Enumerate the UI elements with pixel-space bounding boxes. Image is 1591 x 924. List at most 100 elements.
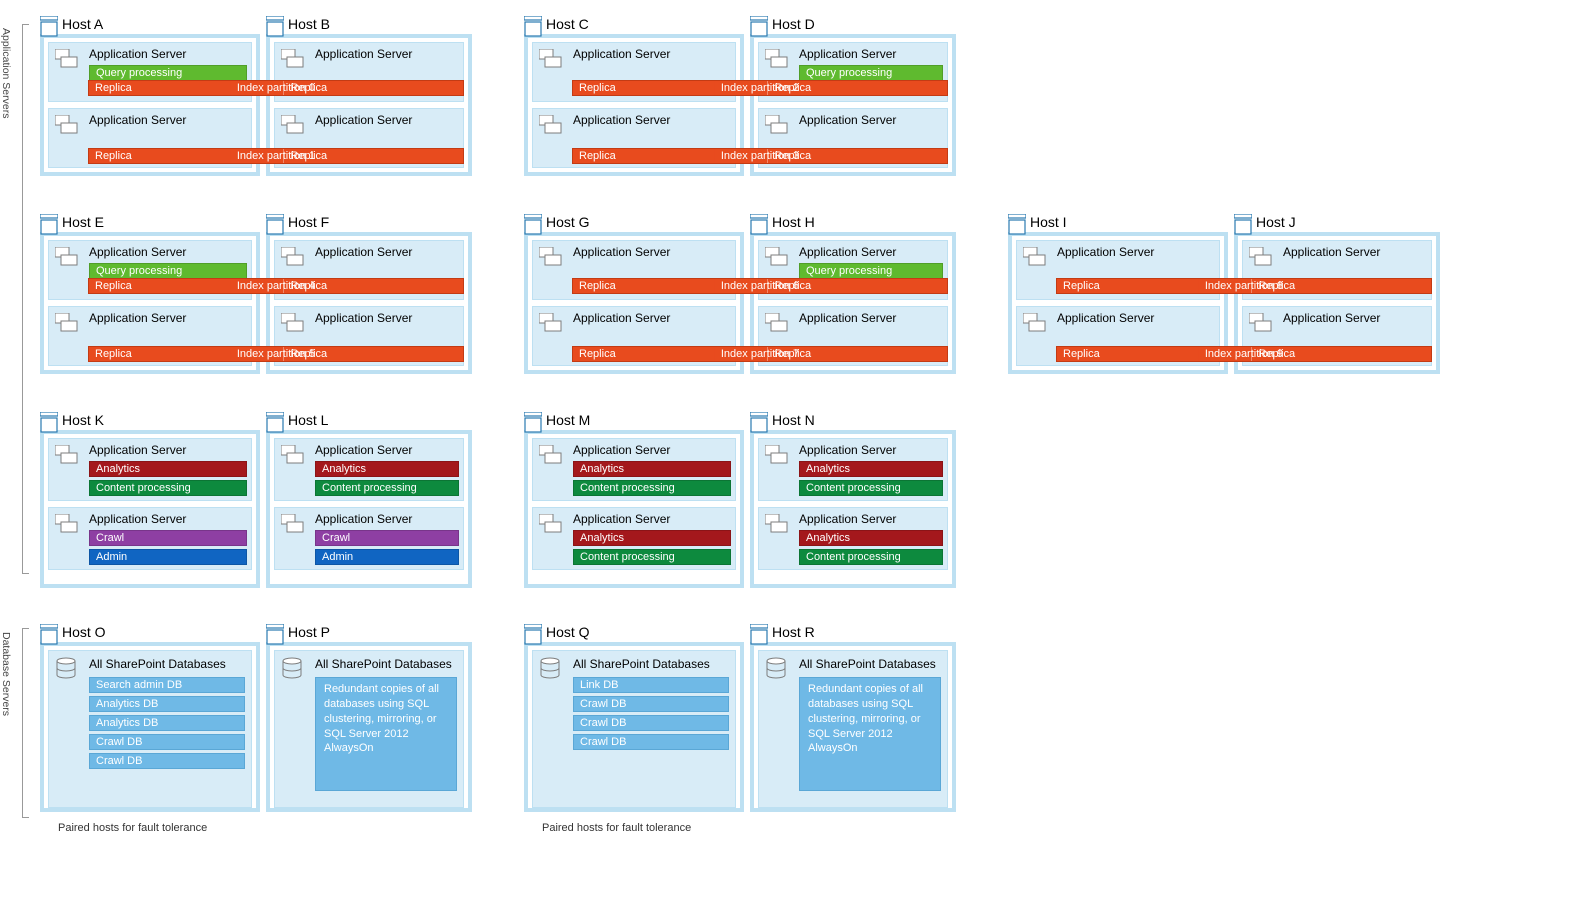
server-icon xyxy=(281,445,305,465)
host-title: Host E xyxy=(62,214,260,230)
index-partition-9-bar: ReplicaIndex partition 9Replica xyxy=(1056,346,1432,362)
replica-label: Replica xyxy=(290,81,327,95)
server-title: Application Server xyxy=(1057,311,1215,325)
server-title: Application Server xyxy=(799,443,943,457)
host-icon xyxy=(40,624,58,646)
role-analytics: Analytics xyxy=(315,461,459,477)
server-title: Application Server xyxy=(89,245,247,259)
host-icon xyxy=(524,412,542,434)
host-icon xyxy=(1234,214,1252,236)
app-server: Application Server Analytics Content proce… xyxy=(532,438,736,501)
host-o: Host O All SharePoint Databases Search a… xyxy=(40,624,260,812)
host-title: Host H xyxy=(772,214,956,230)
host-icon xyxy=(1008,214,1026,236)
role-content: Content processing xyxy=(799,480,943,496)
index-partition-4-bar: ReplicaIndex partition 4Replica xyxy=(88,278,464,294)
host-title: Host D xyxy=(772,16,956,32)
role-admin: Admin xyxy=(89,549,247,565)
role-content: Content processing xyxy=(573,480,731,496)
db-redundant-desc: Redundant copies of all databases using … xyxy=(799,677,941,791)
db-crawl: Crawl DB xyxy=(573,734,729,750)
replica-label: Replica xyxy=(290,149,327,163)
paired-caption: Paired hosts for fault tolerance xyxy=(542,822,691,834)
db-crawl: Crawl DB xyxy=(573,696,729,712)
server-icon xyxy=(539,514,563,534)
host-icon xyxy=(750,16,768,38)
db-card: All SharePoint Databases Redundant copie… xyxy=(758,650,948,808)
host-m: Host M Application Server Analytics Conten… xyxy=(524,412,744,588)
replica-label: Replica xyxy=(95,347,132,361)
role-query: Query processing xyxy=(89,263,247,279)
app-servers-label: Application Servers xyxy=(0,28,12,118)
host-icon xyxy=(750,624,768,646)
server-title: Application Server xyxy=(1283,311,1427,325)
server-icon xyxy=(765,115,789,135)
host-icon xyxy=(524,214,542,236)
role-crawl: Crawl xyxy=(315,530,459,546)
replica-label: Replica xyxy=(579,347,616,361)
app-server: Application Server Crawl Admin xyxy=(274,507,464,570)
app-server: Application ServerAnalyticsContent proce… xyxy=(532,507,736,570)
server-icon xyxy=(55,247,79,267)
db-analytics: Analytics DB xyxy=(89,715,245,731)
host-title: Host A xyxy=(62,16,260,32)
host-title: Host N xyxy=(772,412,956,428)
host-title: Host I xyxy=(1030,214,1228,230)
server-icon xyxy=(281,313,305,333)
replica-label: Replica xyxy=(774,81,811,95)
role-query: Query processing xyxy=(89,65,247,81)
role-analytics: Analytics xyxy=(89,461,247,477)
server-title: Application Server xyxy=(799,311,943,325)
role-analytics: Analytics xyxy=(573,530,731,546)
app-server: Application Server Analytics Content proce… xyxy=(758,438,948,501)
host-title: Host M xyxy=(546,412,744,428)
server-icon xyxy=(765,514,789,534)
server-icon xyxy=(281,514,305,534)
role-analytics: Analytics xyxy=(799,461,943,477)
server-icon xyxy=(281,115,305,135)
server-icon xyxy=(539,313,563,333)
server-icon xyxy=(55,313,79,333)
server-title: Application Server xyxy=(799,113,943,127)
host-title: Host R xyxy=(772,624,956,640)
host-icon xyxy=(750,214,768,236)
host-title: Host K xyxy=(62,412,260,428)
server-title: Application Server xyxy=(799,245,943,259)
server-icon xyxy=(55,115,79,135)
role-query: Query processing xyxy=(799,65,943,81)
server-title: Application Server xyxy=(573,245,731,259)
role-analytics: Analytics xyxy=(799,530,943,546)
role-content: Content processing xyxy=(89,480,247,496)
host-k: Host K Application Server Analytics Cont… xyxy=(40,412,260,588)
server-title: Application Server xyxy=(573,47,731,61)
server-title: Application Server xyxy=(315,443,459,457)
host-icon xyxy=(524,16,542,38)
server-title: Application Server xyxy=(573,443,731,457)
server-icon xyxy=(539,247,563,267)
role-analytics: Analytics xyxy=(573,461,731,477)
server-title: Application Server xyxy=(89,311,247,325)
server-icon xyxy=(281,247,305,267)
replica-label: Replica xyxy=(290,347,327,361)
host-title: Host G xyxy=(546,214,744,230)
db-title: All SharePoint Databases xyxy=(89,657,245,671)
server-icon xyxy=(1249,247,1273,267)
index-partition-7-bar: ReplicaIndex partition 7Replica xyxy=(572,346,948,362)
server-title: Application Server xyxy=(1057,245,1215,259)
index-partition-6-bar: ReplicaIndex partition 6Replica xyxy=(572,278,948,294)
host-icon xyxy=(266,412,284,434)
app-server: Application Server Analytics Content pro… xyxy=(274,438,464,501)
host-title: Host Q xyxy=(546,624,744,640)
index-partition-0-bar: Replica Index partition 0 Replica xyxy=(88,80,464,96)
db-search-admin: Search admin DB xyxy=(89,677,245,693)
replica-label: Replica xyxy=(1063,279,1100,293)
server-title: Application Server xyxy=(89,512,247,526)
database-icon xyxy=(55,657,77,681)
server-title: Application Server xyxy=(89,113,247,127)
app-server: Application ServerAnalyticsContent proce… xyxy=(758,507,948,570)
host-title: Host P xyxy=(288,624,472,640)
server-title: Application Server xyxy=(1283,245,1427,259)
host-q: Host Q All SharePoint Databases Link DB … xyxy=(524,624,744,812)
server-icon xyxy=(1023,247,1047,267)
server-icon xyxy=(765,247,789,267)
